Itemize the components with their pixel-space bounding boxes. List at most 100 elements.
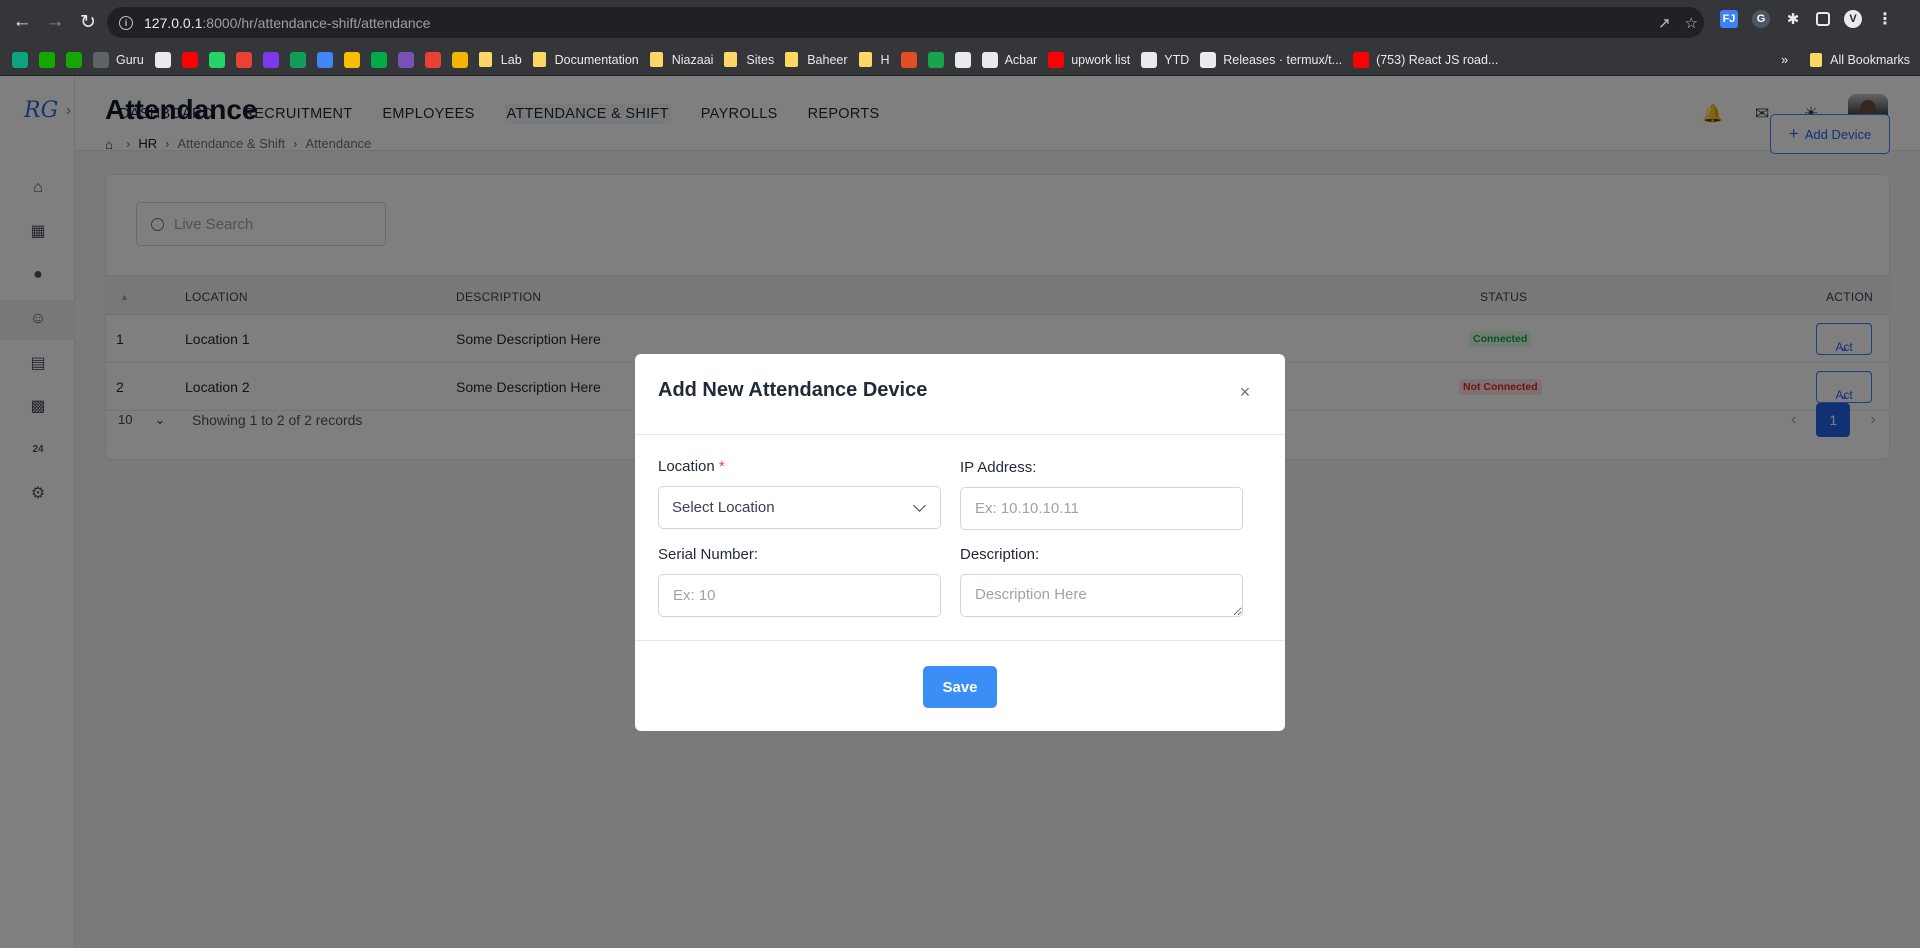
profile-icon[interactable]: V [1844,10,1862,28]
url-path: :8000/hr/attendance-shift/attendance [202,14,431,31]
bookmark-label: Acbar [1004,52,1038,67]
bookmark-item[interactable] [235,51,252,68]
bookmark-favicon-icon [424,51,441,68]
bookmark-favicon-icon [954,51,971,68]
bookmark-favicon-icon [208,51,225,68]
description-field[interactable] [960,574,1243,617]
bookmark-favicon-icon [900,51,917,68]
bookmark-item[interactable] [262,51,279,68]
save-button[interactable]: Save [923,666,997,708]
bookmark-item[interactable] [370,51,387,68]
bookmark-favicon-icon [235,51,252,68]
modal-divider [635,640,1285,641]
bookmark-item[interactable]: upwork list [1048,51,1131,68]
ip-address-label: IP Address: [960,459,1037,476]
side-panel-icon[interactable] [1816,12,1830,26]
location-select[interactable]: Select Location [658,486,941,529]
bookmark-item[interactable]: YTD [1141,51,1190,68]
bookmark-item[interactable] [424,51,441,68]
add-device-modal: Add New Attendance Device × Location * S… [635,354,1285,731]
bookmark-item[interactable] [343,51,360,68]
bookmark-item[interactable] [954,51,971,68]
bookmark-item[interactable] [12,51,28,68]
bookmark-favicon-icon [262,51,279,68]
close-icon[interactable]: × [1237,383,1253,401]
bookmark-favicon-icon [316,51,333,68]
bookmark-favicon-icon [93,51,109,68]
bookmark-item[interactable]: Documentation [532,52,639,67]
bookmark-item[interactable]: Lab [478,52,522,67]
bookmark-item[interactable] [66,51,82,68]
bookmark-item[interactable] [397,51,414,68]
bookmark-label: upwork list [1071,52,1131,67]
bookmark-item[interactable] [451,51,468,68]
required-marker-icon: * [718,458,725,475]
bookmark-item[interactable]: Sites [724,52,774,67]
bookmark-label: (753) React JS road... [1376,52,1499,67]
bookmark-favicon-icon [981,51,998,68]
reload-icon[interactable]: ↻ [75,9,101,35]
bookmark-favicon-icon [927,51,944,68]
bookmark-item[interactable]: Acbar [981,51,1038,68]
bookmark-label: YTD [1164,52,1190,67]
serial-number-label: Serial Number: [658,546,759,563]
bookmark-item[interactable]: Baheer [785,52,848,67]
address-bar[interactable]: i 127.0.0.1:8000/hr/attendance-shift/att… [107,7,1704,38]
extension-g-icon[interactable]: G [1752,10,1770,28]
location-select-value: Select Location [672,499,775,516]
bookmark-favicon-icon [397,51,414,68]
modal-title: Add New Attendance Device [658,379,928,401]
bookmark-item[interactable]: H [858,52,890,67]
serial-number-field[interactable] [658,574,941,617]
bookmark-favicon-icon [66,51,82,68]
bookmark-favicon-icon [181,51,198,68]
browser-toolbar: ← → ↻ i 127.0.0.1:8000/hr/attendance-shi… [0,0,1920,44]
site-info-icon[interactable]: i [119,15,133,30]
bookmark-favicon-icon [39,51,55,68]
bookmark-item[interactable]: Guru [93,51,144,68]
bookmark-star-icon[interactable]: ☆ [1685,14,1698,32]
bookmark-item[interactable] [289,51,306,68]
bookmark-item[interactable] [900,51,917,68]
extension-fj-icon[interactable]: FJ [1720,10,1738,28]
description-label: Description: [960,546,1040,563]
bookmark-label: H [880,52,890,67]
bookmark-label: Baheer [807,52,848,67]
folder-icon [785,52,799,67]
bookmark-favicon-icon [154,51,171,68]
forward-icon[interactable]: → [42,9,68,35]
folder-icon [478,52,492,67]
bookmarks-bar: Guru Lab Documentation Niazaai Sites Baheer H A… [0,44,1920,76]
bookmark-item[interactable] [181,51,198,68]
browser-menu-icon[interactable]: ⋮ [1876,10,1894,28]
all-bookmarks-label: All Bookmarks [1830,53,1910,67]
share-icon[interactable]: ↗ [1658,14,1671,32]
folder-icon [649,52,663,67]
bookmark-item[interactable] [154,51,171,68]
bookmark-label: Releases · termux/t... [1223,52,1343,67]
back-icon[interactable]: ← [9,9,35,35]
ip-address-field[interactable] [960,487,1243,530]
bookmark-favicon-icon [1353,51,1370,68]
url-host: 127.0.0.1 [144,14,203,31]
bookmark-item[interactable] [316,51,333,68]
bookmark-favicon-icon [289,51,306,68]
bookmark-favicon-icon [451,51,468,68]
bookmark-item[interactable] [927,51,944,68]
bookmark-favicon-icon [1141,51,1158,68]
location-label: Location * [658,458,725,475]
extensions-puzzle-icon[interactable]: ✱ [1784,10,1802,28]
bookmark-item[interactable]: Niazaai [649,52,713,67]
folder-icon [858,52,872,67]
bookmark-item[interactable]: (753) React JS road... [1353,51,1499,68]
bookmark-item[interactable] [39,51,55,68]
bookmark-favicon-icon [1048,51,1065,68]
folder-icon [532,52,546,67]
bookmark-item[interactable] [208,51,225,68]
bookmark-label: Lab [500,52,522,67]
chevron-down-icon [913,499,926,512]
bookmark-favicon-icon [343,51,360,68]
more-bookmarks-icon[interactable]: » [1781,53,1788,67]
all-bookmarks[interactable]: » All Bookmarks [1781,44,1910,76]
bookmark-item[interactable]: Releases · termux/t... [1200,51,1343,68]
